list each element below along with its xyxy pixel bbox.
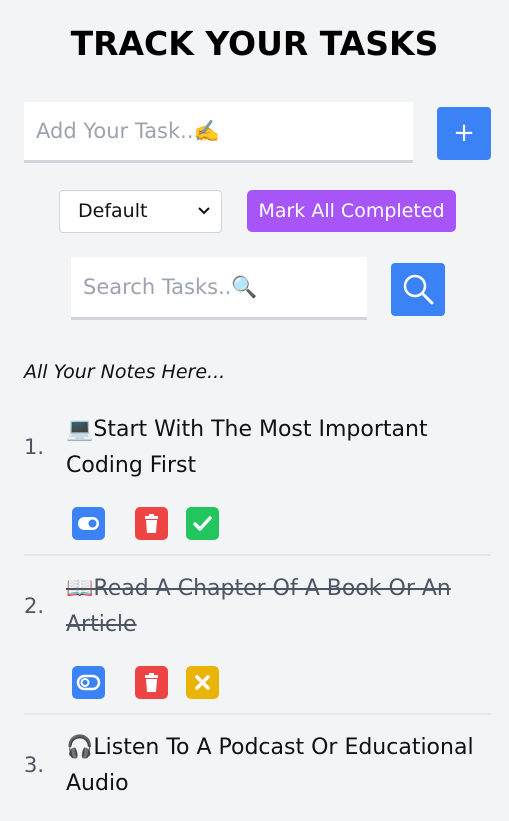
task-item: 2. 📖Read A Chapter Of A Book Or An Artic… — [24, 571, 491, 716]
toggle-off-icon — [76, 674, 101, 691]
delete-button[interactable] — [135, 666, 168, 699]
filter-select[interactable]: Default — [59, 190, 222, 233]
page-title: TRACK YOUR TASKS — [70, 24, 439, 63]
x-icon — [195, 675, 210, 690]
task-text: 💻Start With The Most Important Coding Fi… — [66, 417, 428, 478]
add-task-input[interactable] — [24, 102, 413, 163]
notes-label: All Your Notes Here... — [24, 361, 226, 383]
task-number: 2. — [24, 594, 45, 618]
complete-button[interactable] — [186, 507, 219, 540]
mark-all-completed-button[interactable]: Mark All Completed — [247, 190, 456, 232]
toggle-button[interactable] — [72, 507, 105, 540]
filter-selected-value: Default — [78, 200, 148, 222]
trash-icon — [145, 514, 158, 533]
search-button[interactable] — [391, 263, 445, 316]
task-item: 1. 💻Start With The Most Important Coding… — [24, 412, 491, 556]
search-icon — [403, 274, 434, 305]
toggle-on-icon — [78, 517, 99, 530]
undo-complete-button[interactable] — [186, 666, 219, 699]
delete-button[interactable] — [135, 507, 168, 540]
divider — [24, 713, 491, 715]
check-icon — [193, 516, 212, 531]
task-number: 3. — [24, 753, 45, 777]
task-item: 3. 🎧Listen To A Podcast Or Educational A… — [24, 730, 491, 821]
divider — [24, 554, 491, 556]
add-task-button[interactable]: + — [437, 107, 491, 160]
trash-icon — [145, 673, 158, 692]
toggle-button[interactable] — [72, 666, 105, 699]
chevron-down-icon — [197, 191, 211, 249]
task-text: 📖Read A Chapter Of A Book Or An Article — [66, 576, 451, 637]
task-text: 🎧Listen To A Podcast Or Educational Audi… — [66, 735, 474, 796]
search-input[interactable] — [71, 257, 367, 320]
task-number: 1. — [24, 435, 45, 459]
